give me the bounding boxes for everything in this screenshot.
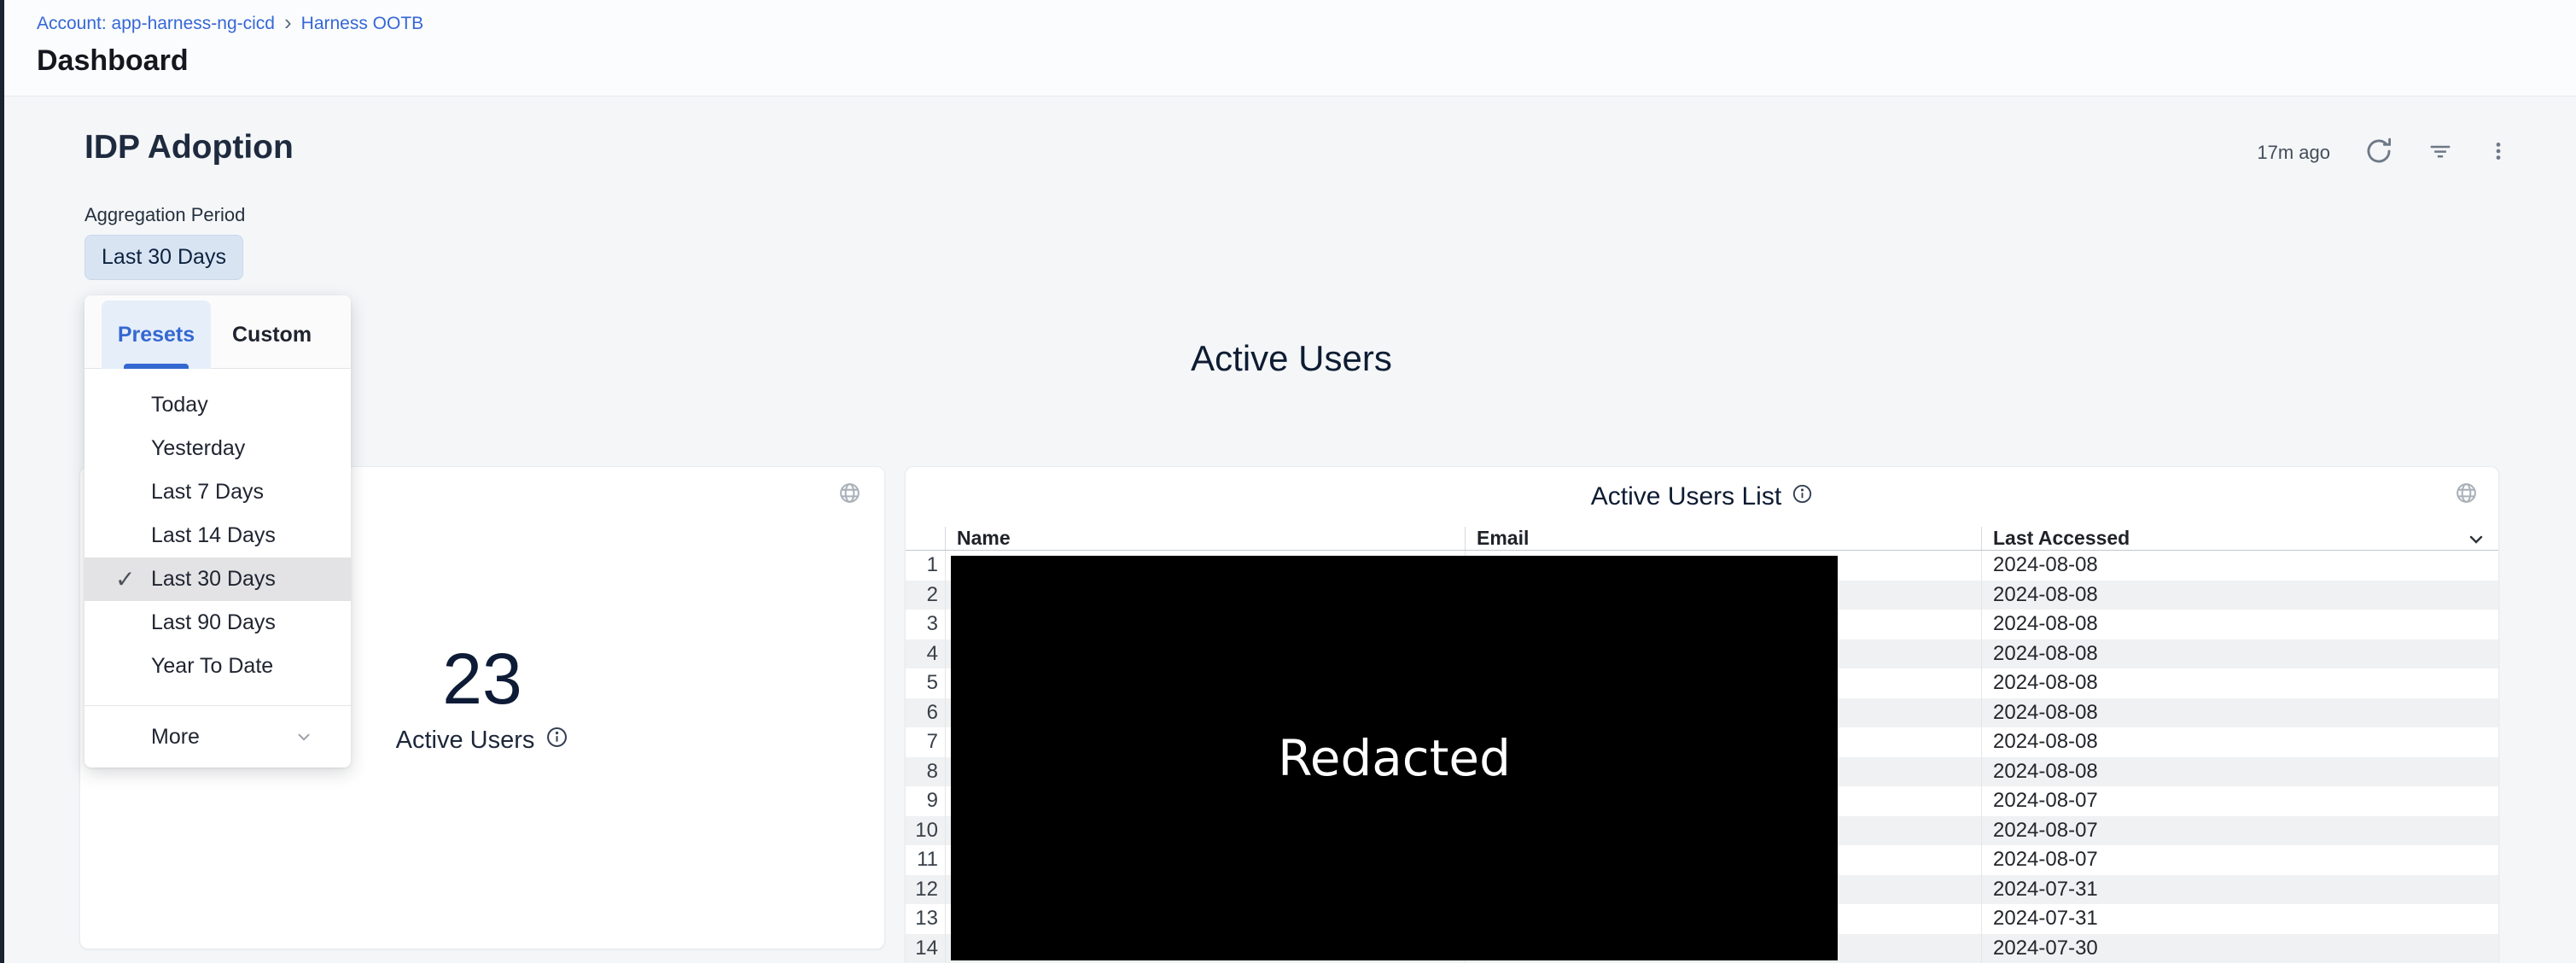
kebab-menu-icon: [2487, 140, 2509, 166]
more-label: More: [151, 725, 200, 750]
row-number-cell: 8: [906, 757, 945, 787]
tab-presets[interactable]: Presets: [102, 301, 211, 369]
more-option[interactable]: More: [85, 705, 351, 767]
page-title: Dashboard: [37, 44, 189, 78]
period-option[interactable]: ✓ Yesterday: [85, 427, 351, 470]
row-number-cell: 7: [906, 727, 945, 757]
last-accessed-cell: 2024-08-08: [1981, 581, 2498, 610]
dashboard-title: IDP Adoption: [85, 129, 294, 166]
info-icon[interactable]: [1792, 482, 1813, 511]
last-accessed-cell: 2024-08-07: [1981, 845, 2498, 875]
info-icon[interactable]: [545, 726, 568, 756]
period-dropdown-tabs: Presets Custom: [85, 295, 351, 369]
period-option-label: Last 14 Days: [151, 523, 276, 548]
period-option[interactable]: ✓ Year To Date: [85, 645, 351, 688]
row-number-cell: 13: [906, 904, 945, 934]
table-header-row: Name Email Last Accessed: [906, 527, 2498, 551]
last-accessed-cell: 2024-08-07: [1981, 786, 2498, 816]
top-header: Account: app-harness-ng-cicd › Harness O…: [4, 0, 2576, 96]
row-number-cell: 5: [906, 668, 945, 698]
row-number-cell: 11: [906, 845, 945, 875]
row-number-column-header: [906, 527, 945, 550]
column-header-name[interactable]: Name: [945, 527, 1465, 550]
period-option-label: Last 90 Days: [151, 610, 276, 635]
period-option-label: Year To Date: [151, 654, 273, 679]
period-option-label: Last 7 Days: [151, 480, 264, 505]
period-option[interactable]: ✓ Last 14 Days: [85, 514, 351, 557]
last-accessed-cell: 2024-07-30: [1981, 934, 2498, 963]
last-accessed-cell: 2024-08-07: [1981, 816, 2498, 846]
aggregation-period-button[interactable]: Last 30 Days: [85, 235, 243, 280]
last-accessed-cell: 2024-08-08: [1981, 610, 2498, 639]
breadcrumb: Account: app-harness-ng-cicd › Harness O…: [37, 14, 423, 34]
last-refreshed-label: 17m ago: [2257, 142, 2330, 164]
aggregation-period-value: Last 30 Days: [102, 245, 226, 270]
last-accessed-cell: 2024-08-08: [1981, 639, 2498, 669]
refresh-button[interactable]: [2364, 137, 2393, 170]
period-option-label: Today: [151, 393, 208, 417]
row-number-cell: 6: [906, 698, 945, 728]
last-accessed-cell: 2024-08-08: [1981, 727, 2498, 757]
row-number-cell: 1: [906, 551, 945, 581]
breadcrumb-account-link[interactable]: Account: app-harness-ng-cicd: [37, 14, 275, 34]
dashboard-controls: 17m ago: [2257, 136, 2509, 170]
table-title: Active Users List: [906, 467, 2498, 527]
breadcrumb-separator-icon: ›: [284, 14, 292, 34]
stat-label-text: Active Users: [396, 727, 535, 755]
chevron-down-icon: [294, 727, 313, 746]
last-accessed-cell: 2024-07-31: [1981, 875, 2498, 905]
last-accessed-cell: 2024-08-08: [1981, 757, 2498, 787]
tab-custom[interactable]: Custom: [232, 301, 312, 369]
column-header-last-accessed[interactable]: Last Accessed: [1981, 527, 2498, 550]
aggregation-period-label: Aggregation Period: [85, 204, 245, 226]
last-accessed-cell: 2024-08-08: [1981, 698, 2498, 728]
period-dropdown-panel: Presets Custom ✓ Today ✓ Yesterday ✓ Las…: [85, 295, 351, 767]
row-number-cell: 14: [906, 934, 945, 963]
period-option[interactable]: ✓ Last 90 Days: [85, 601, 351, 645]
redaction-label: Redacted: [1278, 729, 1511, 787]
filter-icon: [2427, 138, 2453, 168]
more-menu-button[interactable]: [2487, 140, 2509, 166]
active-users-list-card: Active Users List Name Email Last Access…: [905, 466, 2499, 963]
breadcrumb-current-link[interactable]: Harness OOTB: [301, 14, 424, 34]
row-number-cell: 4: [906, 639, 945, 669]
last-accessed-cell: 2024-07-31: [1981, 904, 2498, 934]
checkmark-icon: ✓: [115, 565, 135, 593]
period-option-label: Last 30 Days: [151, 567, 276, 592]
section-heading: Active Users: [79, 338, 2503, 379]
row-number-cell: 12: [906, 875, 945, 905]
column-header-text: Last Accessed: [1993, 527, 2130, 550]
row-number-cell: 3: [906, 610, 945, 639]
table-title-text: Active Users List: [1591, 482, 1781, 511]
period-options-list: ✓ Today ✓ Yesterday ✓ Last 7 Days ✓ Last…: [85, 369, 351, 688]
period-option[interactable]: ✓ Last 30 Days: [85, 557, 351, 601]
chevron-down-icon: [2466, 529, 2486, 550]
column-header-email[interactable]: Email: [1465, 527, 1981, 550]
redaction-overlay: Redacted: [951, 556, 1838, 960]
period-option-label: Yesterday: [151, 436, 245, 461]
row-number-cell: 9: [906, 786, 945, 816]
dashboard-content: IDP Adoption 17m ago: [4, 96, 2576, 963]
period-option[interactable]: ✓ Last 7 Days: [85, 470, 351, 514]
left-edge-strip: [0, 0, 4, 963]
filter-button[interactable]: [2427, 138, 2453, 168]
period-option[interactable]: ✓ Today: [85, 383, 351, 427]
row-number-cell: 2: [906, 581, 945, 610]
globe-icon[interactable]: [838, 482, 861, 509]
last-accessed-cell: 2024-08-08: [1981, 668, 2498, 698]
row-number-cell: 10: [906, 816, 945, 846]
globe-icon[interactable]: [2455, 482, 2478, 509]
refresh-icon: [2364, 137, 2393, 170]
last-accessed-cell: 2024-08-08: [1981, 551, 2498, 581]
